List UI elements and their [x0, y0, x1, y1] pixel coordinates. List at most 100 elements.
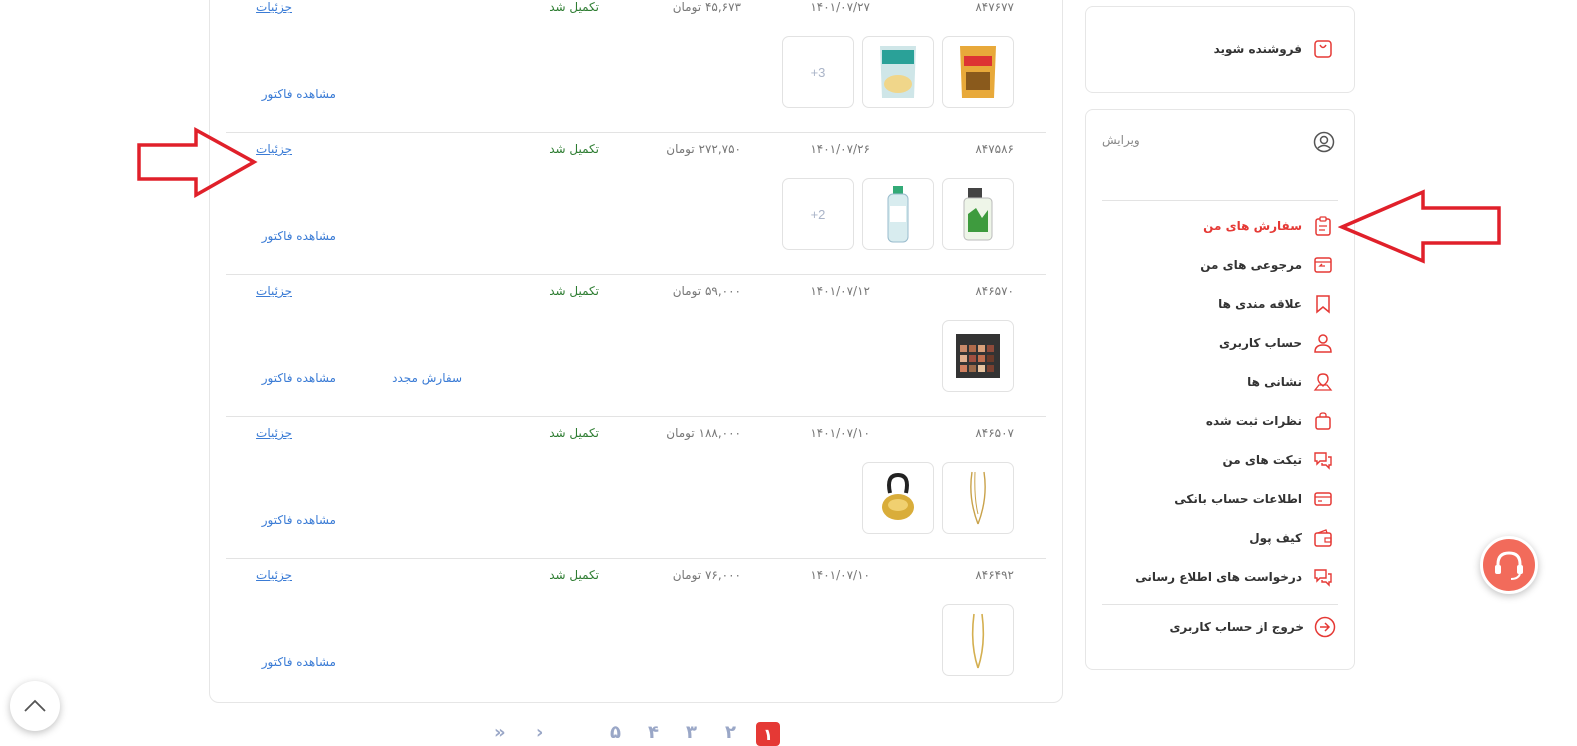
- product-thumbnail[interactable]: [942, 36, 1014, 108]
- chevron-up-icon: [24, 699, 46, 712]
- order-row: ۸۴۶۴۹۲ ۱۴۰۱/۰۷/۱۰ ۷۶,۰۰۰ تومان تکمیل شد …: [226, 559, 1046, 701]
- support-chat-button[interactable]: [1480, 536, 1538, 594]
- order-code: ۸۴۷۵۸۶: [975, 142, 1014, 156]
- annotation-arrow-orders: [1338, 189, 1501, 264]
- product-thumbnail[interactable]: [942, 320, 1014, 392]
- view-invoice-link[interactable]: مشاهده فاکتور: [262, 87, 336, 101]
- annotation-arrow-details: [137, 127, 258, 199]
- product-thumbnail[interactable]: [862, 178, 934, 250]
- bookmark-icon: [1312, 293, 1334, 315]
- product-thumbnail[interactable]: [942, 462, 1014, 534]
- sidebar-item-label: نشانی ها: [1247, 375, 1302, 389]
- sidebar-item-label: حساب کاربری: [1219, 336, 1302, 350]
- sidebar-item-returns[interactable]: مرجوعی های من: [1200, 253, 1334, 277]
- product-thumbnail[interactable]: [942, 178, 1014, 250]
- sidebar-item-label: تیکت های من: [1222, 453, 1303, 467]
- order-details-link[interactable]: جزئیات: [256, 0, 292, 14]
- divider: [1102, 604, 1338, 605]
- view-invoice-link[interactable]: مشاهده فاکتور: [262, 513, 336, 527]
- logout-button[interactable]: خروج از حساب کاربری: [1169, 615, 1336, 639]
- order-date: ۱۴۰۱/۰۷/۱۰: [810, 426, 870, 440]
- order-row: ۸۴۷۵۸۶ ۱۴۰۱/۰۷/۲۶ ۲۷۲,۷۵۰ تومان تکمیل شد…: [226, 133, 1046, 275]
- order-details-link[interactable]: جزئیات: [256, 568, 292, 582]
- order-status: تکمیل شد: [549, 0, 599, 14]
- reorder-link[interactable]: سفارش مجدد: [392, 371, 462, 385]
- sidebar-item-notifications[interactable]: درخواست های اطلاع رسانی: [1135, 565, 1334, 589]
- page-5-button[interactable]: ۵: [610, 722, 621, 743]
- more-items-badge[interactable]: +3: [782, 36, 854, 108]
- more-items-badge[interactable]: +2: [782, 178, 854, 250]
- order-row: ۸۴۶۵۷۰ ۱۴۰۱/۰۷/۱۲ ۵۹,۰۰۰ تومان تکمیل شد …: [226, 275, 1046, 417]
- sidebar-item-label: علاقه مندی ها: [1218, 297, 1302, 311]
- page-1-button[interactable]: ۱: [756, 722, 780, 746]
- sidebar-item-comments[interactable]: نظرات ثبت شده: [1206, 409, 1334, 433]
- become-seller-link[interactable]: فروشنده شوید: [1214, 37, 1334, 61]
- sidebar-item-favorites[interactable]: علاقه مندی ها: [1218, 292, 1334, 316]
- sidebar-item-label: اطلاعات حساب بانکی: [1174, 492, 1302, 506]
- headset-icon: [1495, 551, 1523, 580]
- order-price: ۲۷۲,۷۵۰ تومان: [666, 142, 741, 156]
- order-code: ۸۴۶۵۰۷: [975, 426, 1014, 440]
- sidebar-item-tickets[interactable]: تیکت های من: [1223, 448, 1335, 472]
- view-invoice-link[interactable]: مشاهده فاکتور: [262, 371, 336, 385]
- order-status: تکمیل شد: [549, 142, 599, 156]
- sidebar-item-account[interactable]: حساب کاربری: [1219, 331, 1334, 355]
- sidebar-item-label: کیف پول: [1249, 531, 1302, 545]
- sidebar-item-label: مرجوعی های من: [1200, 258, 1302, 272]
- logout-icon: [1314, 616, 1336, 638]
- order-price: ۵۹,۰۰۰ تومان: [672, 284, 741, 298]
- order-code: ۸۴۷۶۷۷: [975, 0, 1014, 14]
- order-date: ۱۴۰۱/۰۷/۲۶: [810, 142, 870, 156]
- user-icon: [1312, 332, 1334, 354]
- shop-bag-icon: [1312, 38, 1334, 60]
- sidebar-item-wallet[interactable]: کیف پول: [1249, 526, 1334, 550]
- profile-avatar-icon: [1312, 130, 1336, 158]
- logout-label: خروج از حساب کاربری: [1169, 620, 1304, 634]
- card-icon: [1312, 488, 1334, 510]
- order-code: ۸۴۶۴۹۲: [975, 568, 1014, 582]
- page-3-button[interactable]: ۳: [686, 722, 697, 743]
- order-price: ۷۶,۰۰۰ تومان: [672, 568, 741, 582]
- sidebar-item-label: درخواست های اطلاع رسانی: [1135, 570, 1302, 584]
- order-status: تکمیل شد: [549, 568, 599, 582]
- wallet-icon: [1312, 527, 1334, 549]
- order-code: ۸۴۶۵۷۰: [975, 284, 1014, 298]
- view-invoice-link[interactable]: مشاهده فاکتور: [262, 655, 336, 669]
- scroll-to-top-button[interactable]: [10, 681, 60, 731]
- chat-icon: [1312, 449, 1334, 471]
- divider: [1102, 200, 1338, 201]
- sidebar-item-bank-info[interactable]: اطلاعات حساب بانکی: [1174, 487, 1334, 511]
- return-box-icon: [1312, 254, 1334, 276]
- product-thumbnail[interactable]: [942, 604, 1014, 676]
- order-details-link[interactable]: جزئیات: [256, 284, 292, 298]
- order-date: ۱۴۰۱/۰۷/۱۲: [810, 284, 870, 298]
- order-price: ۱۸۸,۰۰۰ تومان: [666, 426, 741, 440]
- order-status: تکمیل شد: [549, 426, 599, 440]
- map-pin-icon: [1312, 371, 1334, 393]
- order-row: ۸۴۷۶۷۷ ۱۴۰۱/۰۷/۲۷ ۴۵,۶۷۳ تومان تکمیل شد …: [226, 0, 1046, 133]
- page-4-button[interactable]: ۴: [648, 722, 659, 743]
- order-date: ۱۴۰۱/۰۷/۱۰: [810, 568, 870, 582]
- last-page-button[interactable]: »: [494, 722, 506, 743]
- page-2-button[interactable]: ۲: [725, 722, 736, 743]
- order-details-link[interactable]: جزئیات: [256, 142, 292, 156]
- sidebar-item-label: نظرات ثبت شده: [1205, 414, 1302, 428]
- order-date: ۱۴۰۱/۰۷/۲۷: [810, 0, 870, 14]
- order-price: ۴۵,۶۷۳ تومان: [672, 0, 741, 14]
- order-details-link[interactable]: جزئیات: [256, 426, 292, 440]
- next-page-button[interactable]: ›: [536, 722, 543, 743]
- sidebar-item-orders[interactable]: سفارش های من: [1203, 214, 1334, 238]
- product-thumbnail[interactable]: [862, 462, 934, 534]
- sidebar-item-addresses[interactable]: نشانی ها: [1247, 370, 1334, 394]
- chat-icon: [1312, 566, 1334, 588]
- edit-profile-link[interactable]: ویرایش: [1102, 133, 1140, 147]
- comment-bag-icon: [1312, 410, 1334, 432]
- order-status: تکمیل شد: [549, 284, 599, 298]
- view-invoice-link[interactable]: مشاهده فاکتور: [262, 229, 336, 243]
- order-row: ۸۴۶۵۰۷ ۱۴۰۱/۰۷/۱۰ ۱۸۸,۰۰۰ تومان تکمیل شد…: [226, 417, 1046, 559]
- clipboard-icon: [1312, 215, 1334, 237]
- become-seller-card: فروشنده شوید: [1085, 6, 1355, 93]
- account-menu-card: ویرایش سفارش های من مرجوعی های من علاقه …: [1085, 109, 1355, 670]
- become-seller-label: فروشنده شوید: [1213, 42, 1302, 56]
- product-thumbnail[interactable]: [862, 36, 934, 108]
